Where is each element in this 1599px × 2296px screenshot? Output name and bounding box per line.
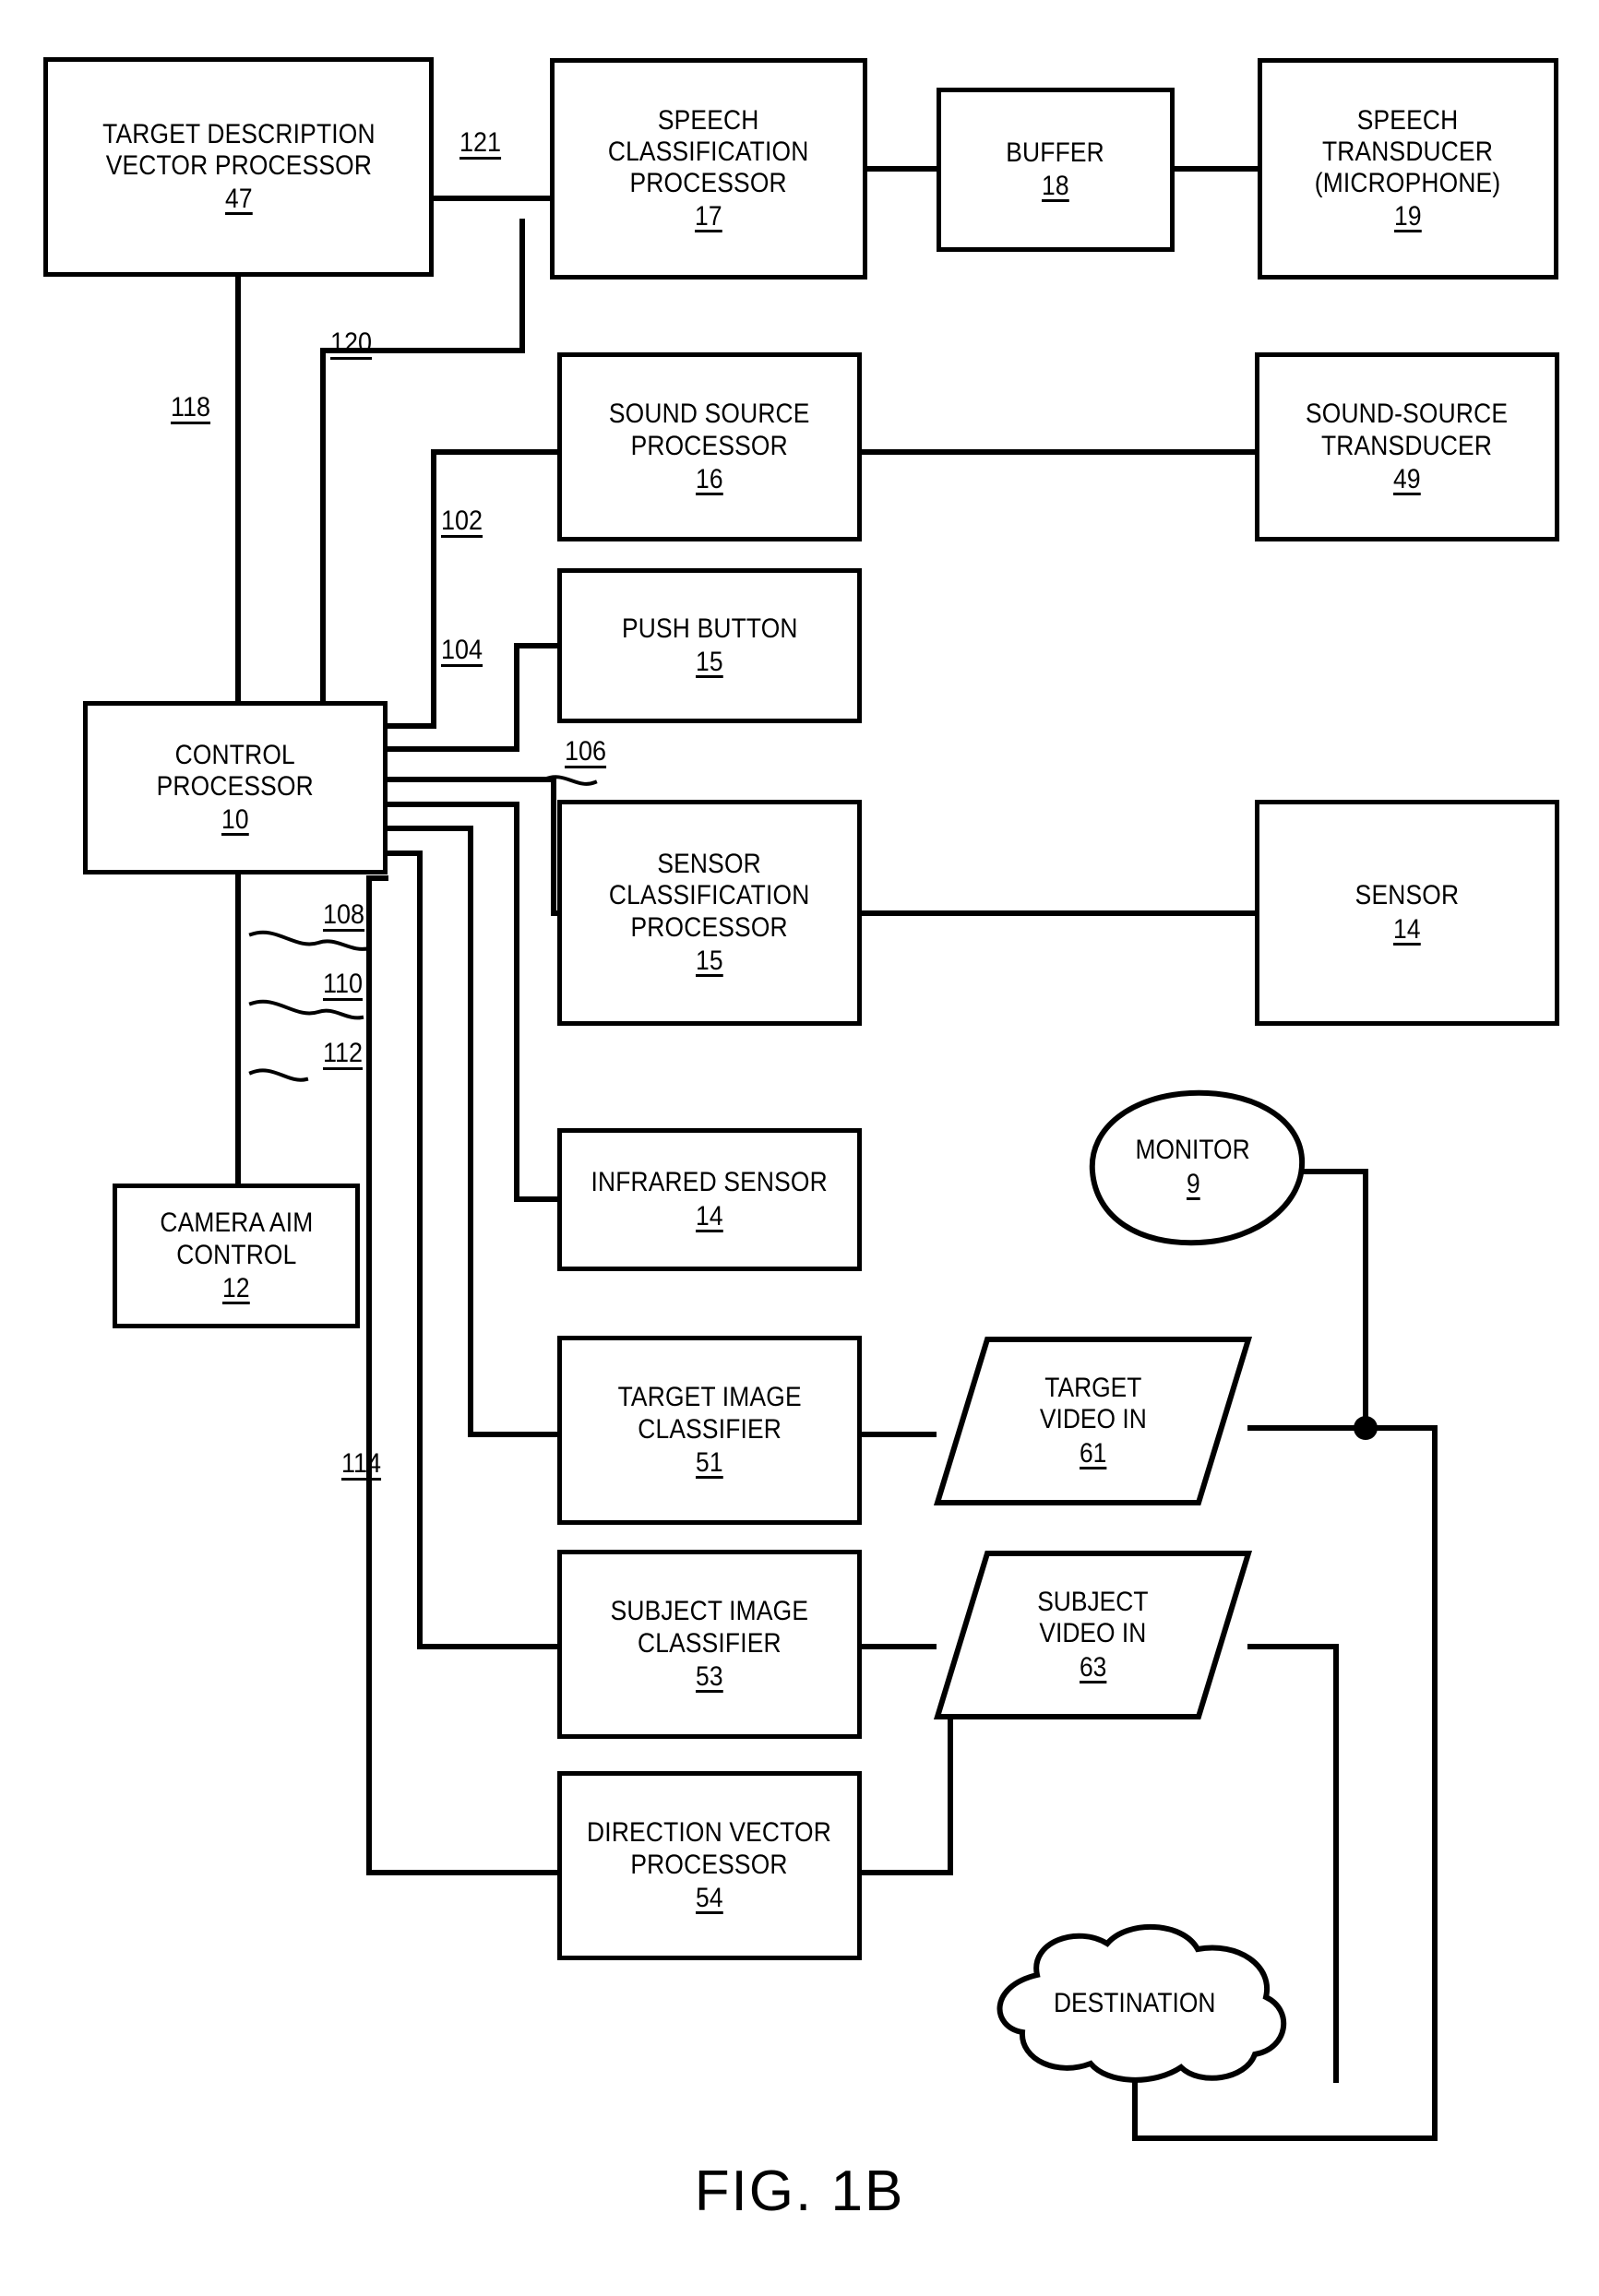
node-ref-number: 16 xyxy=(696,463,723,494)
node-destination[interactable]: DESTINATION xyxy=(969,1923,1301,2085)
node-label: SUBJECT VIDEO IN xyxy=(1037,1587,1149,1649)
node-ref-number: 15 xyxy=(696,945,723,976)
node-label: SPEECH CLASSIFICATION PROCESSOR xyxy=(608,104,809,199)
node-ref-number: 9 xyxy=(1186,1168,1200,1199)
node-ref-number: 10 xyxy=(221,804,249,836)
node-target-video-in[interactable]: TARGET VIDEO IN 61 xyxy=(934,1336,1252,1506)
wire-label-108: 108 xyxy=(323,899,365,930)
node-label: BUFFER xyxy=(1006,137,1105,168)
wire-label-112: 112 xyxy=(323,1038,364,1068)
node-ref-number: 53 xyxy=(696,1660,723,1692)
node-ref-number: 54 xyxy=(696,1882,723,1913)
node-label: CONTROL PROCESSOR xyxy=(156,739,315,802)
node-infrared-sensor[interactable]: INFRARED SENSOR 14 xyxy=(557,1128,862,1271)
node-ref-number: 47 xyxy=(224,184,253,215)
node-sensor-classification-processor[interactable]: SENSOR CLASSIFICATION PROCESSOR 15 xyxy=(557,800,862,1026)
node-buffer[interactable]: BUFFER 18 xyxy=(937,88,1175,252)
node-label: DIRECTION VECTOR PROCESSOR xyxy=(587,1817,832,1880)
node-subject-video-in[interactable]: SUBJECT VIDEO IN 63 xyxy=(934,1550,1252,1720)
node-ref-number: 14 xyxy=(1393,913,1421,945)
node-label: MONITOR xyxy=(1135,1135,1251,1166)
node-label: TARGET VIDEO IN xyxy=(1039,1373,1147,1435)
node-camera-aim-control[interactable]: CAMERA AIM CONTROL 12 xyxy=(113,1184,360,1328)
node-sensor[interactable]: SENSOR 14 xyxy=(1255,800,1559,1026)
node-ref-number: 18 xyxy=(1042,171,1069,202)
node-label: SPEECH TRANSDUCER (MICROPHONE) xyxy=(1315,104,1501,199)
wire-label-106: 106 xyxy=(565,736,607,767)
node-label: SOUND SOURCE PROCESSOR xyxy=(609,399,810,461)
node-label: SENSOR CLASSIFICATION PROCESSOR xyxy=(609,849,810,943)
node-ref-number: 19 xyxy=(1394,201,1422,232)
node-control-processor[interactable]: CONTROL PROCESSOR 10 xyxy=(83,701,388,874)
node-speech-transducer[interactable]: SPEECH TRANSDUCER (MICROPHONE) 19 xyxy=(1258,58,1558,280)
node-monitor[interactable]: MONITOR 9 xyxy=(1078,1087,1308,1248)
node-label: TARGET DESCRIPTION VECTOR PROCESSOR xyxy=(101,118,376,181)
figure-caption: FIG. 1B xyxy=(694,2159,905,2223)
node-label: SENSOR xyxy=(1354,880,1460,911)
node-push-button[interactable]: PUSH BUTTON 15 xyxy=(557,568,862,723)
node-label: TARGET IMAGE CLASSIFIER xyxy=(617,1382,802,1445)
node-subject-image-classifier[interactable]: SUBJECT IMAGE CLASSIFIER 53 xyxy=(557,1550,862,1739)
node-direction-vector-processor[interactable]: DIRECTION VECTOR PROCESSOR 54 xyxy=(557,1771,862,1960)
node-sound-source-processor[interactable]: SOUND SOURCE PROCESSOR 16 xyxy=(557,352,862,541)
node-ref-number: 14 xyxy=(696,1200,723,1231)
wire-label-104: 104 xyxy=(441,635,483,665)
node-ref-number: 61 xyxy=(1079,1437,1107,1469)
patent-figure-1b: TARGET DESCRIPTION VECTOR PROCESSOR 47 S… xyxy=(0,0,1599,2296)
node-ref-number: 15 xyxy=(696,647,723,678)
wire-label-118: 118 xyxy=(171,392,211,422)
node-target-image-classifier[interactable]: TARGET IMAGE CLASSIFIER 51 xyxy=(557,1336,862,1525)
node-speech-classification-processor[interactable]: SPEECH CLASSIFICATION PROCESSOR 17 xyxy=(550,58,867,280)
node-label: SOUND-SOURCE TRANSDUCER xyxy=(1306,399,1509,461)
junction-dot xyxy=(1354,1416,1378,1440)
node-ref-number: 17 xyxy=(695,201,722,232)
node-label: CAMERA AIM CONTROL xyxy=(159,1207,314,1270)
node-target-description-vector-processor[interactable]: TARGET DESCRIPTION VECTOR PROCESSOR 47 xyxy=(43,57,434,277)
node-ref-number: 63 xyxy=(1079,1651,1107,1683)
node-label: INFRARED SENSOR xyxy=(591,1167,829,1198)
wire-label-102: 102 xyxy=(441,506,483,536)
node-ref-number: 49 xyxy=(1393,463,1421,494)
monitor-blob-shape xyxy=(1089,1089,1306,1246)
node-sound-source-transducer[interactable]: SOUND-SOURCE TRANSDUCER 49 xyxy=(1255,352,1559,541)
node-ref-number: 51 xyxy=(696,1446,723,1478)
wire-label-120: 120 xyxy=(330,327,373,358)
node-label: SUBJECT IMAGE CLASSIFIER xyxy=(610,1596,809,1659)
wire-label-121: 121 xyxy=(459,127,502,158)
wire-label-110: 110 xyxy=(323,969,364,999)
node-label: DESTINATION xyxy=(1054,1988,1216,2019)
node-ref-number: 12 xyxy=(222,1272,250,1303)
node-label: PUSH BUTTON xyxy=(621,613,798,644)
wire-label-114: 114 xyxy=(341,1448,382,1479)
